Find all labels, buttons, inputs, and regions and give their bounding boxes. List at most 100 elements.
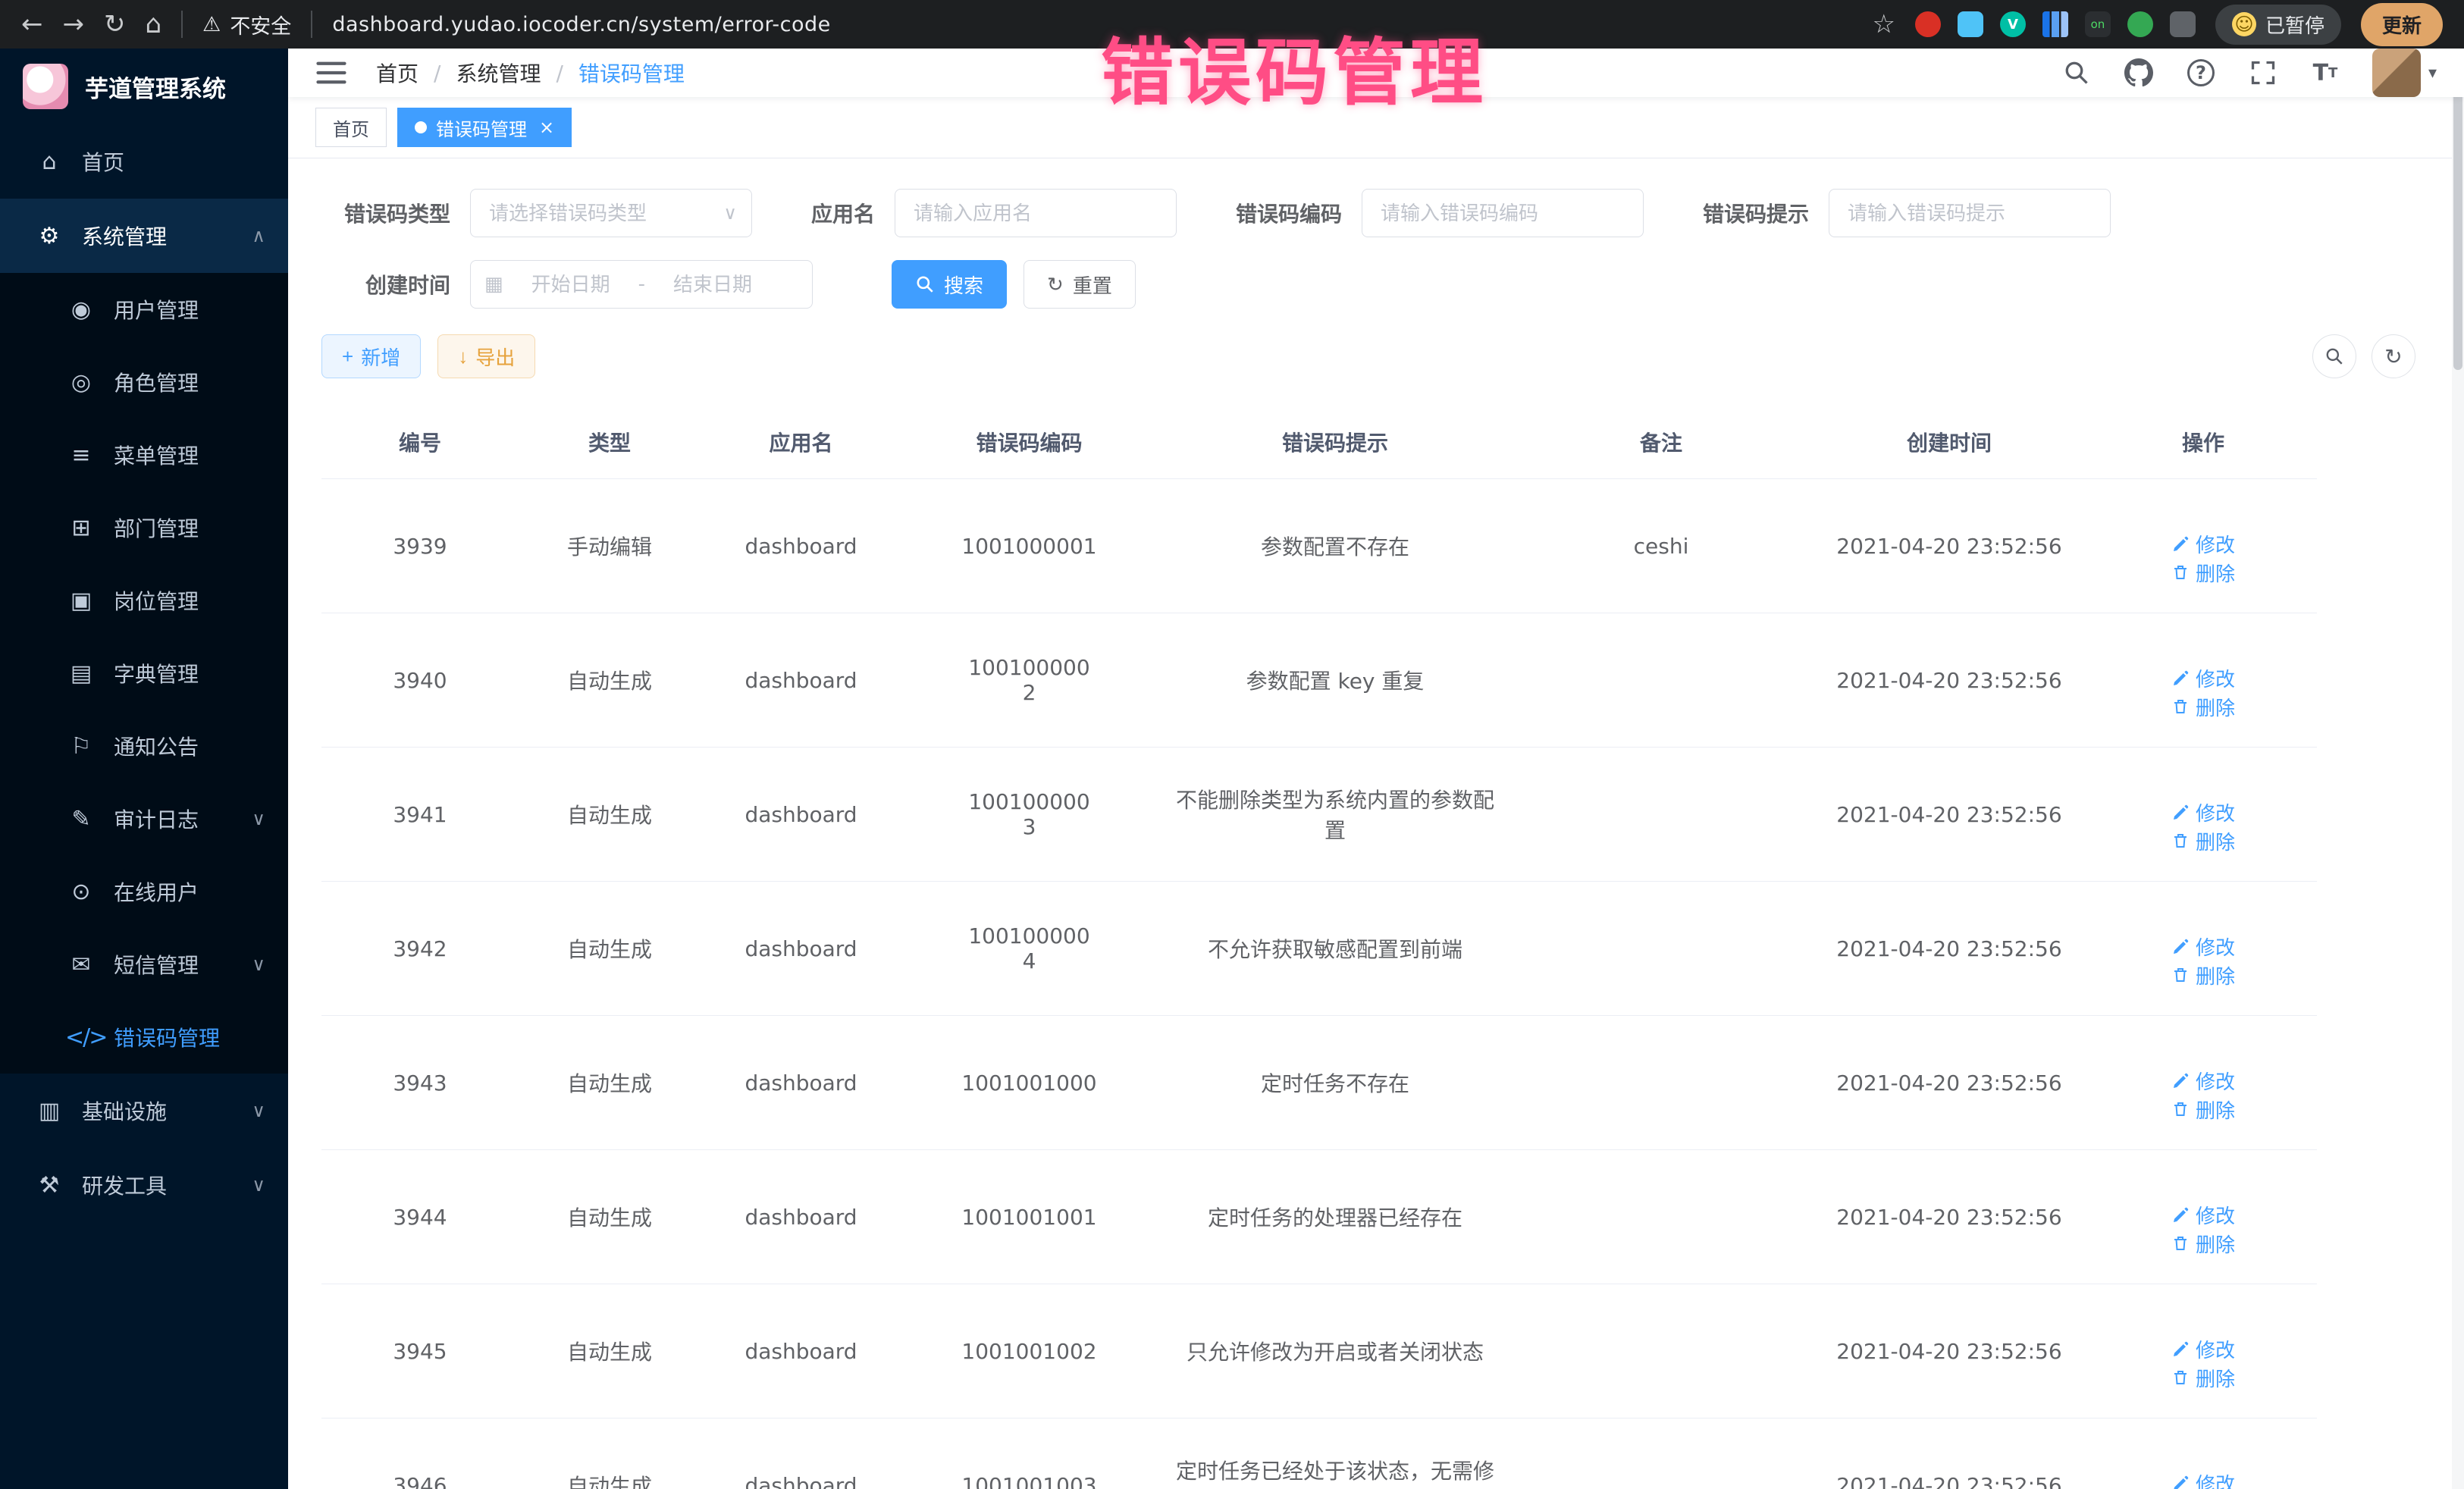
sidebar-item-home[interactable]: ⌂ 首页 <box>0 124 288 199</box>
app-title: 芋道管理系统 <box>85 70 226 104</box>
edit-link[interactable]: 修改 <box>2171 933 2235 961</box>
cell-code: 1001001002 <box>901 1284 1157 1418</box>
app-shell: 芋道管理系统 ⌂ 首页 ⚙ 系统管理 ∧ ◉ 用户管理 ◎ 角色管理 <box>0 49 2464 1489</box>
warning-icon: ⚠ <box>202 13 221 36</box>
toggle-search-button[interactable] <box>2312 334 2356 378</box>
extension-icon[interactable] <box>1958 11 1983 37</box>
delete-link[interactable]: 删除 <box>2171 1230 2235 1258</box>
refresh-table-button[interactable]: ↻ <box>2372 334 2415 378</box>
start-date-input[interactable] <box>514 273 628 296</box>
profile-paused-badge[interactable]: ☺ 已暂停 <box>2215 5 2341 45</box>
infrastructure-icon: ▥ <box>33 1098 65 1124</box>
breadcrumb-system[interactable]: 系统管理 <box>456 58 541 88</box>
sidebar-item-posts[interactable]: ▣ 岗位管理 <box>0 564 288 637</box>
home-icon[interactable]: ⌂ <box>146 9 162 39</box>
tab-home[interactable]: 首页 <box>315 108 387 147</box>
help-icon[interactable]: ? <box>2186 58 2216 88</box>
export-button[interactable]: ↓ 导出 <box>437 334 535 378</box>
reload-icon[interactable]: ↻ <box>104 9 126 39</box>
breadcrumb-separator: / <box>556 61 563 86</box>
column-header-hint: 错误码提示 <box>1157 406 1513 479</box>
sidebar-item-label: 短信管理 <box>114 949 199 980</box>
cell-created: 2021-04-20 23:52:56 <box>1809 613 2089 748</box>
delete-link[interactable]: 删除 <box>2171 961 2235 989</box>
forward-icon[interactable]: → <box>63 9 85 39</box>
edit-link[interactable]: 修改 <box>2171 1067 2235 1095</box>
fullscreen-icon[interactable] <box>2248 58 2278 88</box>
delete-link[interactable]: 删除 <box>2171 827 2235 855</box>
extension-icon[interactable]: on <box>2085 11 2111 37</box>
sidebar-item-audit-log[interactable]: ✎ 审计日志 ∨ <box>0 782 288 855</box>
sidebar-item-error-code[interactable]: </> 错误码管理 <box>0 1001 288 1074</box>
page: ← → ↻ ⌂ ⚠ 不安全 dashboard.yudao.iocoder.cn… <box>0 0 2464 1489</box>
edit-link[interactable]: 修改 <box>2171 530 2235 558</box>
sidebar-item-departments[interactable]: ⊞ 部门管理 <box>0 491 288 564</box>
sidebar-item-sms[interactable]: ✉ 短信管理 ∨ <box>0 928 288 1001</box>
tab-error-code[interactable]: 错误码管理 × <box>397 108 572 147</box>
edit-link[interactable]: 修改 <box>2171 798 2235 826</box>
cell-note: ceshi <box>1513 479 1809 613</box>
edit-link[interactable]: 修改 <box>2171 1335 2235 1363</box>
error-code-input[interactable] <box>1362 189 1644 237</box>
table-toolbar: + 新增 ↓ 导出 ↻ <box>321 334 2431 378</box>
error-hint-input[interactable] <box>1829 189 2111 237</box>
sidebar-item-infrastructure[interactable]: ▥ 基础设施 ∨ <box>0 1074 288 1148</box>
edit-link[interactable]: 修改 <box>2171 1201 2235 1229</box>
extension-icon[interactable] <box>2127 11 2153 37</box>
error-type-input[interactable] <box>470 189 752 237</box>
back-icon[interactable]: ← <box>21 9 43 39</box>
delete-link[interactable]: 删除 <box>2171 1364 2235 1392</box>
column-header-created: 创建时间 <box>1809 406 2089 479</box>
error-type-select[interactable]: ∨ <box>470 189 752 237</box>
scrollbar-thumb[interactable] <box>2453 52 2462 370</box>
sidebar-item-system[interactable]: ⚙ 系统管理 ∧ <box>0 199 288 273</box>
sidebar-item-users[interactable]: ◉ 用户管理 <box>0 273 288 346</box>
menu-toggle-icon[interactable] <box>315 59 347 86</box>
github-icon[interactable] <box>2124 58 2154 88</box>
extension-icon[interactable] <box>2042 11 2068 37</box>
extensions-puzzle-icon[interactable] <box>2170 11 2196 37</box>
search-button[interactable]: 搜索 <box>892 260 1007 309</box>
delete-link[interactable]: 删除 <box>2171 693 2235 721</box>
cell-note <box>1513 1418 1809 1489</box>
sidebar-item-notice[interactable]: ⚐ 通知公告 <box>0 710 288 782</box>
menu-list-icon: ≡ <box>65 442 97 469</box>
app-logo[interactable]: 芋道管理系统 <box>0 49 288 124</box>
sidebar-item-label: 部门管理 <box>114 513 199 543</box>
scrollbar-track[interactable] <box>2452 49 2464 1489</box>
reset-button[interactable]: ↻ 重置 <box>1024 260 1136 309</box>
date-range-picker[interactable]: ▦ - <box>470 260 813 309</box>
app-name-input[interactable] <box>895 189 1177 237</box>
filter-error-hint: 错误码提示 <box>1703 189 2111 237</box>
sidebar-item-dictionary[interactable]: ▤ 字典管理 <box>0 637 288 710</box>
bookmark-star-icon[interactable]: ☆ <box>1872 9 1895 39</box>
sidebar-item-dev-tools[interactable]: ⚒ 研发工具 ∨ <box>0 1148 288 1222</box>
edit-link[interactable]: 修改 <box>2171 664 2235 692</box>
add-button[interactable]: + 新增 <box>321 334 421 378</box>
security-indicator[interactable]: ⚠ 不安全 <box>202 10 291 39</box>
cell-id: 3940 <box>321 613 519 748</box>
dashboard-icon: ⌂ <box>33 149 65 175</box>
sidebar-item-roles[interactable]: ◎ 角色管理 <box>0 346 288 418</box>
user-avatar[interactable]: ▾ <box>2372 49 2437 97</box>
delete-link[interactable]: 删除 <box>2171 1096 2235 1124</box>
browser-update-button[interactable]: 更新 <box>2361 3 2443 46</box>
sidebar-item-menus[interactable]: ≡ 菜单管理 <box>0 418 288 491</box>
extension-icon[interactable] <box>1915 11 1941 37</box>
extension-icon[interactable]: V <box>2000 11 2026 37</box>
search-icon[interactable] <box>2061 58 2092 88</box>
column-header-note: 备注 <box>1513 406 1809 479</box>
cell-hint: 不能删除类型为系统内置的参数配置 <box>1157 748 1513 882</box>
trash-icon <box>2171 1100 2190 1118</box>
font-size-icon[interactable]: TT <box>2310 58 2340 88</box>
delete-link[interactable]: 删除 <box>2171 559 2235 587</box>
breadcrumb-home[interactable]: 首页 <box>376 58 419 88</box>
table-row: 3940 自动生成 dashboard 100100000 2 参数配置 key… <box>321 613 2317 748</box>
edit-link[interactable]: 修改 <box>2171 1469 2235 1489</box>
sidebar-item-online-users[interactable]: ⊙ 在线用户 <box>0 855 288 928</box>
url-bar[interactable]: dashboard.yudao.iocoder.cn/system/error-… <box>332 13 830 36</box>
end-date-input[interactable] <box>656 273 770 296</box>
close-icon[interactable]: × <box>539 117 554 138</box>
profile-avatar-icon: ☺ <box>2232 12 2256 36</box>
cell-id: 3945 <box>321 1284 519 1418</box>
